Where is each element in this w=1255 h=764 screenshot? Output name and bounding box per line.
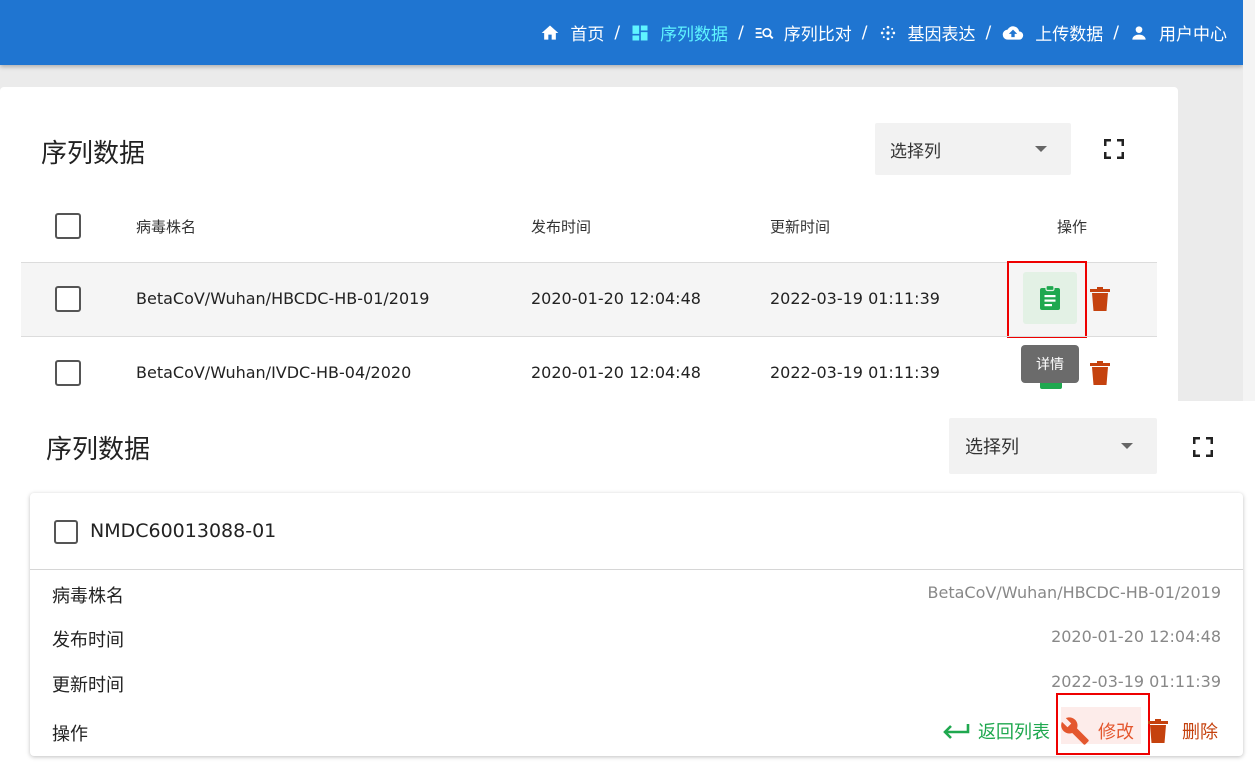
nav-upload-data-label: 上传数据 xyxy=(1035,25,1104,45)
dashboard-icon xyxy=(632,25,648,40)
fullscreen-icon[interactable] xyxy=(1193,437,1213,457)
cell-strain-name: BetaCoV/Wuhan/IVDC-HB-04/2020 xyxy=(136,363,412,382)
back-to-list-label: 返回列表 xyxy=(978,722,1050,743)
field-value-updated: 2022-03-19 01:11:39 xyxy=(1051,672,1221,691)
chevron-down-icon xyxy=(1035,146,1047,152)
gene-expression-icon xyxy=(880,25,895,40)
cloud-upload-icon xyxy=(1003,25,1024,40)
nav-separator: / xyxy=(738,22,744,43)
column-header-actions: 操作 xyxy=(1057,218,1088,236)
column-select[interactable]: 选择列 xyxy=(875,123,1071,175)
divider xyxy=(30,569,1243,570)
user-icon xyxy=(1132,25,1146,40)
delete-button[interactable]: 删除 xyxy=(1148,718,1218,744)
nav-user-center[interactable]: 用户中心 xyxy=(1129,20,1227,45)
nav-user-center-label: 用户中心 xyxy=(1159,25,1227,45)
app-bar: 首页 / 序列数据 / 序列比对 / 基因表达 / 上传数据 / 用户中心 xyxy=(0,0,1243,65)
highlight-box xyxy=(1056,693,1150,755)
field-label-published: 发布时间 xyxy=(52,630,124,651)
page-title: 序列数据 xyxy=(46,435,151,465)
column-header-updated[interactable]: 更新时间 xyxy=(770,216,830,237)
delete-label: 删除 xyxy=(1182,722,1218,743)
detail-tooltip: 详情 xyxy=(1021,345,1079,383)
select-all-checkbox[interactable] xyxy=(55,213,81,239)
nav-sequence-align-label: 序列比对 xyxy=(783,25,852,45)
page-title: 序列数据 xyxy=(41,139,146,169)
card-view-panel: 序列数据 选择列 NMDC60013088-01 病毒株名 BetaCoV/Wu… xyxy=(0,401,1255,764)
field-value-strain-name: BetaCoV/Wuhan/HBCDC-HB-01/2019 xyxy=(927,583,1221,602)
nav-sequence-align[interactable]: 序列比对 xyxy=(754,20,852,45)
nav-upload-data[interactable]: 上传数据 xyxy=(1001,20,1103,45)
column-select-label: 选择列 xyxy=(965,437,1019,458)
scrollbar-track[interactable] xyxy=(1243,0,1255,401)
nav-gene-expression-label: 基因表达 xyxy=(907,25,976,45)
nav-sequence-data-label: 序列数据 xyxy=(660,25,729,45)
home-icon xyxy=(541,25,559,40)
main-nav: 首页 / 序列数据 / 序列比对 / 基因表达 / 上传数据 / 用户中心 xyxy=(540,0,1227,65)
cell-published: 2020-01-20 12:04:48 xyxy=(531,289,701,308)
sequence-table-card: 序列数据 选择列 病毒株名 发布时间 更新时间 操作 BetaCoV/Wuhan… xyxy=(0,87,1178,401)
nav-gene-expression[interactable]: 基因表达 xyxy=(878,20,976,45)
trash-icon[interactable] xyxy=(1090,287,1110,311)
row-checkbox[interactable] xyxy=(55,360,81,386)
trash-icon[interactable] xyxy=(1090,361,1110,385)
record-id: NMDC60013088-01 xyxy=(90,520,277,542)
cell-strain-name: BetaCoV/Wuhan/HBCDC-HB-01/2019 xyxy=(136,289,430,308)
column-header-published[interactable]: 发布时间 xyxy=(531,216,591,237)
field-label-actions: 操作 xyxy=(52,724,88,745)
list-view-panel: 首页 / 序列数据 / 序列比对 / 基因表达 / 上传数据 / 用户中心 序列… xyxy=(0,0,1255,401)
field-label-strain-name: 病毒株名 xyxy=(52,586,124,607)
cell-updated: 2022-03-19 01:11:39 xyxy=(770,363,940,382)
sequence-search-icon xyxy=(755,27,774,39)
column-select[interactable]: 选择列 xyxy=(949,418,1157,474)
row-checkbox[interactable] xyxy=(55,286,81,312)
nav-home[interactable]: 首页 xyxy=(540,20,604,45)
nav-separator: / xyxy=(861,22,868,43)
nav-separator: / xyxy=(1113,22,1119,43)
cell-updated: 2022-03-19 01:11:39 xyxy=(770,289,940,308)
trash-icon xyxy=(1148,719,1168,743)
column-header-name[interactable]: 病毒株名 xyxy=(136,216,196,237)
nav-separator: / xyxy=(614,22,621,43)
chevron-down-icon xyxy=(1121,443,1133,449)
highlight-box xyxy=(1007,261,1087,338)
nav-home-label: 首页 xyxy=(570,25,605,45)
column-select-label: 选择列 xyxy=(890,141,941,162)
fullscreen-icon[interactable] xyxy=(1104,139,1124,159)
nav-separator: / xyxy=(985,22,992,43)
back-to-list-button[interactable]: 返回列表 xyxy=(942,718,1050,744)
return-arrow-icon xyxy=(943,724,970,739)
record-checkbox[interactable] xyxy=(54,520,78,544)
field-label-updated: 更新时间 xyxy=(52,675,124,696)
field-value-published: 2020-01-20 12:04:48 xyxy=(1051,627,1221,646)
record-card: NMDC60013088-01 病毒株名 BetaCoV/Wuhan/HBCDC… xyxy=(30,493,1243,756)
nav-sequence-data[interactable]: 序列数据 xyxy=(630,20,728,45)
cell-published: 2020-01-20 12:04:48 xyxy=(531,363,701,382)
